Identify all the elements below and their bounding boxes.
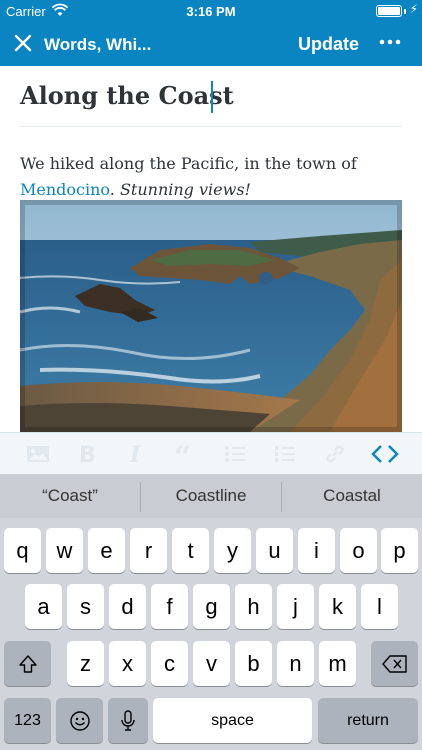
key-d[interactable]: d xyxy=(109,584,146,629)
blockquote-icon[interactable]: “ xyxy=(173,440,199,475)
post-image[interactable] xyxy=(20,200,402,432)
emoji-icon xyxy=(69,710,90,731)
close-icon[interactable] xyxy=(12,32,34,54)
key-p[interactable]: p xyxy=(381,528,418,573)
emoji-key[interactable] xyxy=(56,698,103,743)
key-n[interactable]: n xyxy=(277,641,314,686)
key-v[interactable]: v xyxy=(193,641,230,686)
site-title: Words, Whi... xyxy=(44,35,152,54)
microphone-icon xyxy=(121,709,135,731)
shift-key[interactable] xyxy=(4,641,51,686)
key-q[interactable]: q xyxy=(4,528,41,573)
title-divider xyxy=(20,126,402,127)
key-u[interactable]: u xyxy=(256,528,293,573)
key-t[interactable]: t xyxy=(172,528,209,573)
bullet-list-icon[interactable] xyxy=(222,441,248,467)
numbers-key[interactable]: 123 xyxy=(4,698,51,743)
body-emphasis: Stunning views! xyxy=(119,180,251,199)
suggestion-2[interactable]: Coastline xyxy=(141,474,281,518)
body-punctuation: . xyxy=(109,180,115,199)
key-s[interactable]: s xyxy=(67,584,104,629)
shift-icon xyxy=(18,654,37,673)
key-h[interactable]: h xyxy=(235,584,272,629)
key-x[interactable]: x xyxy=(109,641,146,686)
ellipsis-icon[interactable] xyxy=(376,28,404,56)
body-link[interactable]: Mendocino xyxy=(20,180,110,199)
battery-icon xyxy=(376,5,402,17)
delete-icon xyxy=(381,654,407,673)
key-a[interactable]: a xyxy=(25,584,62,629)
numbered-list-icon[interactable] xyxy=(272,441,298,467)
key-l[interactable]: l xyxy=(361,584,398,629)
post-title-field[interactable]: Along the Coast xyxy=(20,81,234,110)
status-bar: Carrier 3:16 PM ⚡ xyxy=(0,0,422,22)
key-b[interactable]: b xyxy=(235,641,272,686)
battery-tip xyxy=(404,9,406,14)
key-g[interactable]: g xyxy=(193,584,230,629)
keyboard: q w e r t y u i o p a s d f g h j k l z … xyxy=(0,518,422,750)
bolt-icon: ⚡ xyxy=(409,2,418,16)
key-e[interactable]: e xyxy=(88,528,125,573)
key-f[interactable]: f xyxy=(151,584,188,629)
key-k[interactable]: k xyxy=(319,584,356,629)
suggestion-1[interactable]: “Coast” xyxy=(0,474,140,518)
navigation-bar: Words, Whi... Update xyxy=(0,22,422,66)
format-toolbar: B I “ xyxy=(0,432,422,475)
svg-text:B: B xyxy=(79,443,96,467)
key-i[interactable]: i xyxy=(298,528,335,573)
svg-text:“: “ xyxy=(174,441,191,467)
space-key[interactable]: space xyxy=(153,698,312,743)
suggestion-3[interactable]: Coastal xyxy=(282,474,422,518)
svg-text:I: I xyxy=(129,442,141,467)
key-y[interactable]: y xyxy=(214,528,251,573)
image-icon[interactable] xyxy=(25,441,51,467)
key-c[interactable]: c xyxy=(151,641,188,686)
body-text: We hiked along the Pacific, in the town … xyxy=(20,154,357,173)
key-o[interactable]: o xyxy=(340,528,377,573)
update-button[interactable]: Update xyxy=(298,34,359,55)
link-icon[interactable] xyxy=(322,441,348,467)
key-z[interactable]: z xyxy=(67,641,104,686)
html-icon[interactable] xyxy=(370,441,399,467)
key-j[interactable]: j xyxy=(277,584,314,629)
key-r[interactable]: r xyxy=(130,528,167,573)
post-body[interactable]: We hiked along the Pacific, in the town … xyxy=(20,151,400,203)
bold-icon[interactable]: B xyxy=(74,441,100,468)
clock: 3:16 PM xyxy=(186,4,236,19)
key-w[interactable]: w xyxy=(46,528,83,573)
italic-icon[interactable]: I xyxy=(123,441,149,468)
text-cursor xyxy=(211,81,213,113)
key-m[interactable]: m xyxy=(319,641,356,686)
return-key[interactable]: return xyxy=(318,698,418,743)
dictation-key[interactable] xyxy=(108,698,148,743)
suggestion-bar: “Coast” Coastline Coastal xyxy=(0,474,422,518)
top-bar: Carrier 3:16 PM ⚡ Words, Whi... Update xyxy=(0,0,422,66)
delete-key[interactable] xyxy=(371,641,418,686)
